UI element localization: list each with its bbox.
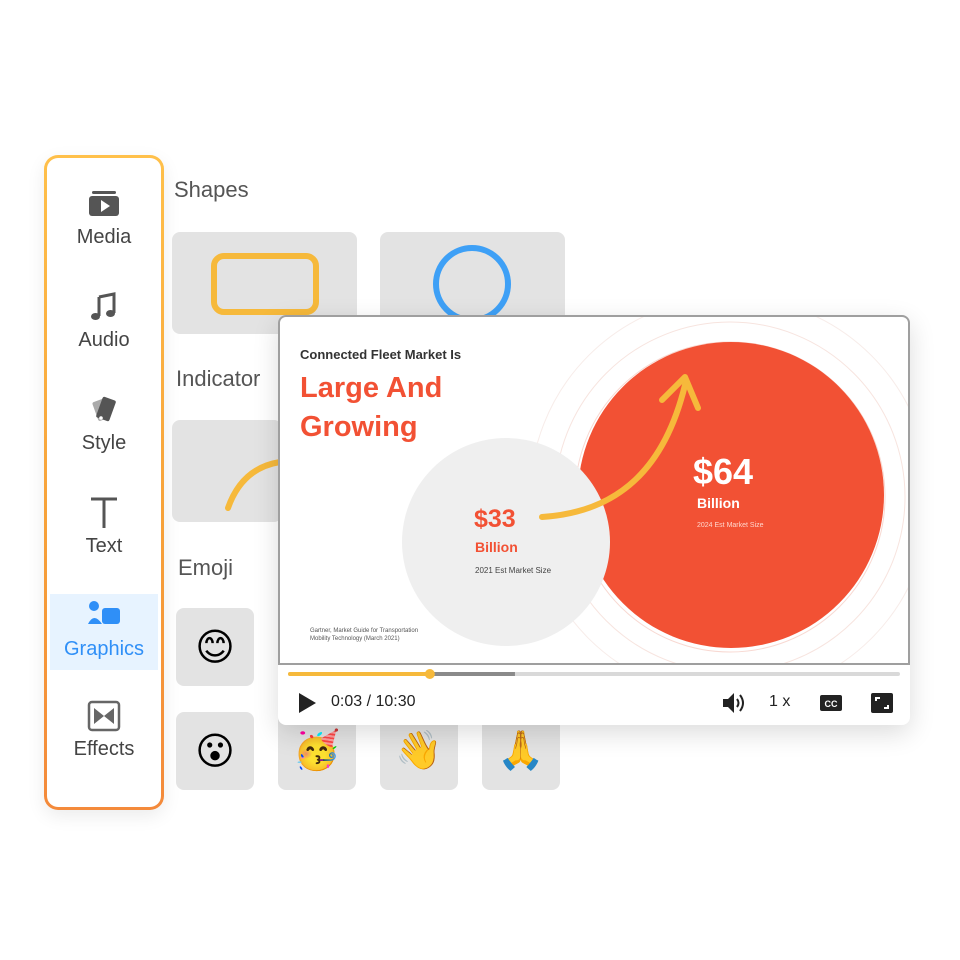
style-icon bbox=[92, 396, 116, 422]
sidebar-item-effects[interactable]: Effects bbox=[50, 698, 158, 768]
slide-headline: Large And Growing bbox=[300, 369, 442, 447]
small-caption: 2021 Est Market Size bbox=[475, 566, 552, 575]
big-value: $64 bbox=[693, 451, 754, 492]
big-caption: 2024 Est Market Size bbox=[697, 522, 764, 529]
sidebar-item-label: Text bbox=[85, 535, 123, 557]
sidebar-item-style[interactable]: Style bbox=[50, 392, 158, 462]
progress-bar[interactable] bbox=[278, 668, 910, 680]
party-face-emoji: 🥳 bbox=[293, 730, 341, 772]
small-unit: Billion bbox=[475, 539, 518, 555]
sidebar: Media Audio Style Text Graphics Effects bbox=[44, 155, 164, 810]
section-title-indicator: Indicator bbox=[176, 366, 261, 391]
play-icon[interactable] bbox=[296, 692, 318, 714]
svg-text:CC: CC bbox=[825, 699, 838, 709]
folded-hands-emoji: 🙏 bbox=[497, 730, 545, 772]
sidebar-item-label: Media bbox=[76, 226, 132, 248]
volume-icon[interactable] bbox=[721, 691, 747, 715]
arc-indicator-shape bbox=[225, 459, 282, 511]
media-icon bbox=[89, 191, 119, 216]
emoji-tile[interactable]: 😮 bbox=[176, 712, 254, 790]
sidebar-item-label: Audio bbox=[78, 329, 130, 351]
sidebar-item-label: Style bbox=[81, 432, 127, 454]
sidebar-item-media[interactable]: Media bbox=[50, 186, 158, 256]
slide-headline-line: Large And bbox=[300, 372, 443, 404]
effects-icon bbox=[87, 700, 121, 732]
big-unit: Billion bbox=[697, 495, 740, 511]
section-title-emoji: Emoji bbox=[178, 555, 234, 580]
music-note-icon bbox=[91, 292, 116, 320]
closed-captions-icon[interactable]: CC bbox=[819, 693, 843, 713]
player-controls: 0:03 / 10:30 1 x CC bbox=[278, 665, 910, 725]
progress-handle bbox=[424, 669, 435, 679]
slide-source: Gartner, Market Guide for Transportation… bbox=[310, 628, 419, 642]
section-title-shapes: Shapes bbox=[174, 177, 249, 202]
slide-headline-line: Growing bbox=[300, 411, 418, 443]
graphics-icon bbox=[88, 601, 120, 624]
smiling-face-emoji: 😊 bbox=[195, 626, 235, 669]
time-display: 0:03 / 10:30 bbox=[331, 693, 416, 710]
emoji-tile[interactable]: 😊 bbox=[176, 608, 254, 686]
sidebar-panel: Media Audio Style Text Graphics Effects bbox=[47, 158, 161, 807]
small-value: $33 bbox=[474, 505, 516, 533]
slide-subtitle: Connected Fleet Market Is bbox=[300, 347, 462, 362]
speed-button[interactable]: 1 x bbox=[769, 693, 790, 711]
fullscreen-icon[interactable] bbox=[870, 692, 894, 714]
video-player: Connected Fleet Market Is Large And Grow… bbox=[278, 315, 910, 725]
surprised-face-emoji: 😮 bbox=[195, 730, 235, 773]
sidebar-item-graphics[interactable]: Graphics bbox=[50, 594, 158, 670]
video-frame[interactable]: Connected Fleet Market Is Large And Grow… bbox=[278, 315, 910, 665]
indicator-tile-arc[interactable] bbox=[172, 420, 282, 522]
sidebar-item-label: Graphics bbox=[63, 638, 145, 660]
waving-hand-emoji: 👋 bbox=[395, 730, 443, 772]
sidebar-item-audio[interactable]: Audio bbox=[50, 289, 158, 359]
sidebar-item-label: Effects bbox=[73, 738, 135, 760]
sidebar-item-text[interactable]: Text bbox=[50, 495, 158, 565]
text-icon bbox=[91, 497, 117, 528]
